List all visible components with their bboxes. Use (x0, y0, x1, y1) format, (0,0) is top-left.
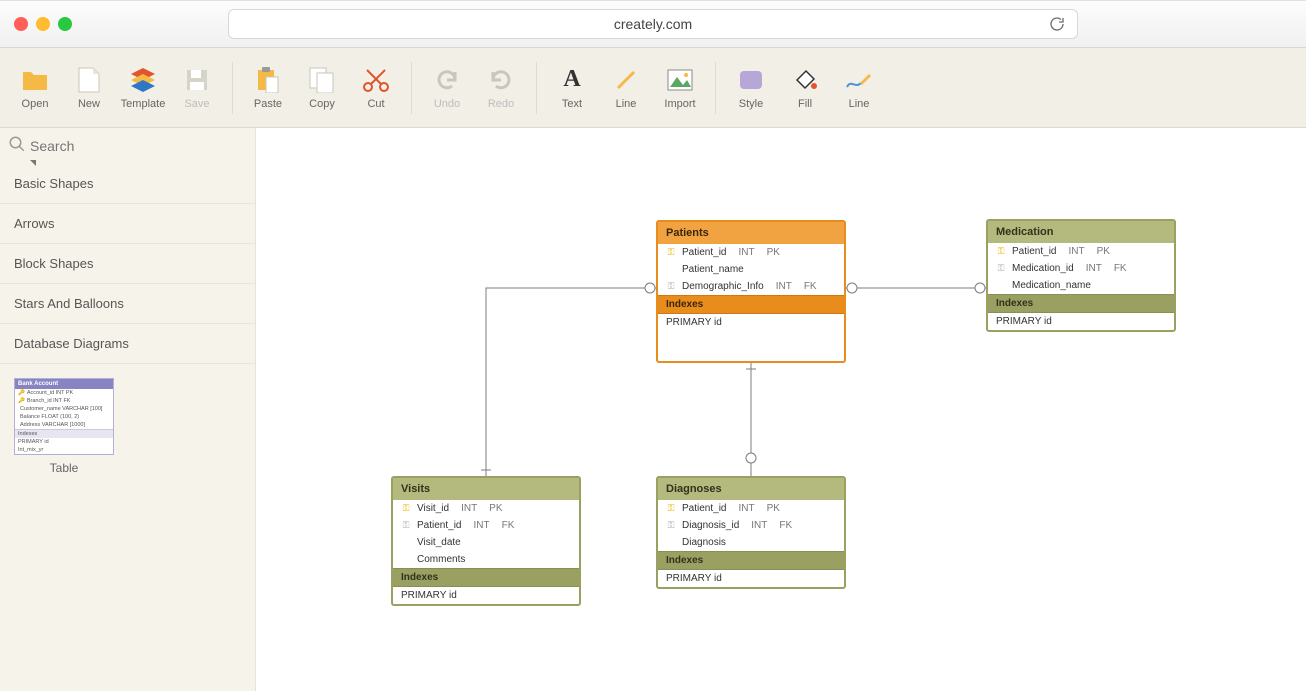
paste-icon (254, 66, 282, 94)
key-icon: ⚿ (996, 246, 1006, 257)
entity-title: Patients (658, 222, 844, 244)
shape-thumb-label: Table (14, 461, 114, 475)
column-row[interactable]: Patient_name (658, 261, 844, 278)
table-shape-thumb[interactable]: Bank Account 🔑Account_id INT PK 🔑Branch_… (14, 378, 114, 455)
entity-diagnoses[interactable]: Diagnoses ⚿ Patient_id INT PK ⚿ Diagnosi… (656, 476, 846, 589)
separator (411, 62, 412, 114)
separator (536, 62, 537, 114)
paste-button[interactable]: Paste (241, 66, 295, 110)
index-row[interactable]: PRIMARY id (988, 313, 1174, 330)
shape-gallery: Bank Account 🔑Account_id INT PK 🔑Branch_… (0, 364, 255, 489)
entity-visits[interactable]: Visits ⚿ Visit_id INT PK ⚿ Patient_id IN… (391, 476, 581, 606)
cut-button[interactable]: Cut (349, 66, 403, 110)
undo-icon (433, 66, 461, 94)
bucket-icon (791, 66, 819, 94)
text-tool-button[interactable]: A Text (545, 66, 599, 110)
style-icon (737, 66, 765, 94)
copy-icon (308, 66, 336, 94)
search-row (0, 128, 255, 164)
column-row[interactable]: ⚿ Patient_id INT PK (988, 243, 1174, 260)
column-row[interactable]: ⚿ Demographic_Info INT FK (658, 278, 844, 295)
maximize-window-button[interactable] (58, 17, 72, 31)
category-database-diagrams[interactable]: Database Diagrams (0, 324, 255, 364)
connectors (256, 128, 1306, 691)
key-icon: ⚿ (401, 520, 411, 531)
undo-button[interactable]: Undo (420, 66, 474, 110)
stack-icon (129, 66, 157, 94)
column-row[interactable]: Comments (393, 551, 579, 568)
column-row[interactable]: Medication_name (988, 277, 1174, 294)
key-icon: ⚿ (666, 520, 676, 531)
reload-icon[interactable] (1049, 16, 1065, 32)
image-icon (666, 66, 694, 94)
entity-patients[interactable]: Patients ⚿ Patient_id INT PK Patient_nam… (656, 220, 846, 363)
column-row[interactable]: ⚿ Diagnosis_id INT FK (658, 517, 844, 534)
indexes-header: Indexes (658, 551, 844, 570)
page-icon (75, 66, 103, 94)
line-tool-button[interactable]: Line (599, 66, 653, 110)
category-basic-shapes[interactable]: Basic Shapes (0, 164, 255, 204)
key-icon: ⚿ (401, 503, 411, 514)
key-icon: ⚿ (666, 503, 676, 514)
style-button[interactable]: Style (724, 66, 778, 110)
save-icon (183, 66, 211, 94)
indexes-header: Indexes (988, 294, 1174, 313)
separator (715, 62, 716, 114)
workspace: Basic Shapes Arrows Block Shapes Stars A… (0, 128, 1306, 691)
category-block-shapes[interactable]: Block Shapes (0, 244, 255, 284)
browser-title-bar: creately.com (0, 0, 1306, 48)
index-row[interactable]: PRIMARY id (658, 570, 844, 587)
column-row[interactable]: ⚿ Medication_id INT FK (988, 260, 1174, 277)
category-stars-balloons[interactable]: Stars And Balloons (0, 284, 255, 324)
minimize-window-button[interactable] (36, 17, 50, 31)
category-arrows[interactable]: Arrows (0, 204, 255, 244)
key-icon: ⚿ (666, 247, 676, 258)
redo-button[interactable]: Redo (474, 66, 528, 110)
url-bar[interactable]: creately.com (228, 9, 1078, 39)
save-button[interactable]: Save (170, 66, 224, 110)
entity-medication[interactable]: Medication ⚿ Patient_id INT PK ⚿ Medicat… (986, 219, 1176, 332)
column-row[interactable]: Visit_date (393, 534, 579, 551)
column-row[interactable]: Diagnosis (658, 534, 844, 551)
copy-button[interactable]: Copy (295, 66, 349, 110)
entity-title: Diagnoses (658, 478, 844, 500)
pencil-line-icon (845, 66, 873, 94)
shapes-sidebar: Basic Shapes Arrows Block Shapes Stars A… (0, 128, 256, 691)
open-button[interactable]: Open (8, 66, 62, 110)
line-icon (612, 66, 640, 94)
template-button[interactable]: Template (116, 66, 170, 110)
scissors-icon (362, 66, 390, 94)
entity-title: Medication (988, 221, 1174, 243)
entity-title: Visits (393, 478, 579, 500)
indexes-header: Indexes (393, 568, 579, 587)
column-row[interactable]: ⚿ Patient_id INT PK (658, 244, 844, 261)
url-text: creately.com (614, 16, 692, 32)
line-style-button[interactable]: Line (832, 66, 886, 110)
fill-button[interactable]: Fill (778, 66, 832, 110)
diagram-canvas[interactable]: Patients ⚿ Patient_id INT PK Patient_nam… (256, 128, 1306, 691)
search-icon (8, 135, 26, 158)
dropdown-indicator-icon[interactable] (30, 160, 36, 166)
separator (232, 62, 233, 114)
redo-icon (487, 66, 515, 94)
column-row[interactable]: ⚿ Patient_id INT FK (393, 517, 579, 534)
indexes-header: Indexes (658, 295, 844, 314)
key-icon: ⚿ (666, 281, 676, 292)
app-toolbar: Open New Template Save (0, 48, 1306, 128)
search-input[interactable] (30, 132, 247, 160)
new-button[interactable]: New (62, 66, 116, 110)
key-icon: ⚿ (996, 263, 1006, 274)
text-icon: A (558, 66, 586, 94)
close-window-button[interactable] (14, 17, 28, 31)
column-row[interactable]: ⚿ Visit_id INT PK (393, 500, 579, 517)
column-row[interactable]: ⚿ Patient_id INT PK (658, 500, 844, 517)
folder-icon (21, 66, 49, 94)
import-button[interactable]: Import (653, 66, 707, 110)
index-row[interactable]: PRIMARY id (658, 314, 844, 331)
index-row[interactable]: PRIMARY id (393, 587, 579, 604)
